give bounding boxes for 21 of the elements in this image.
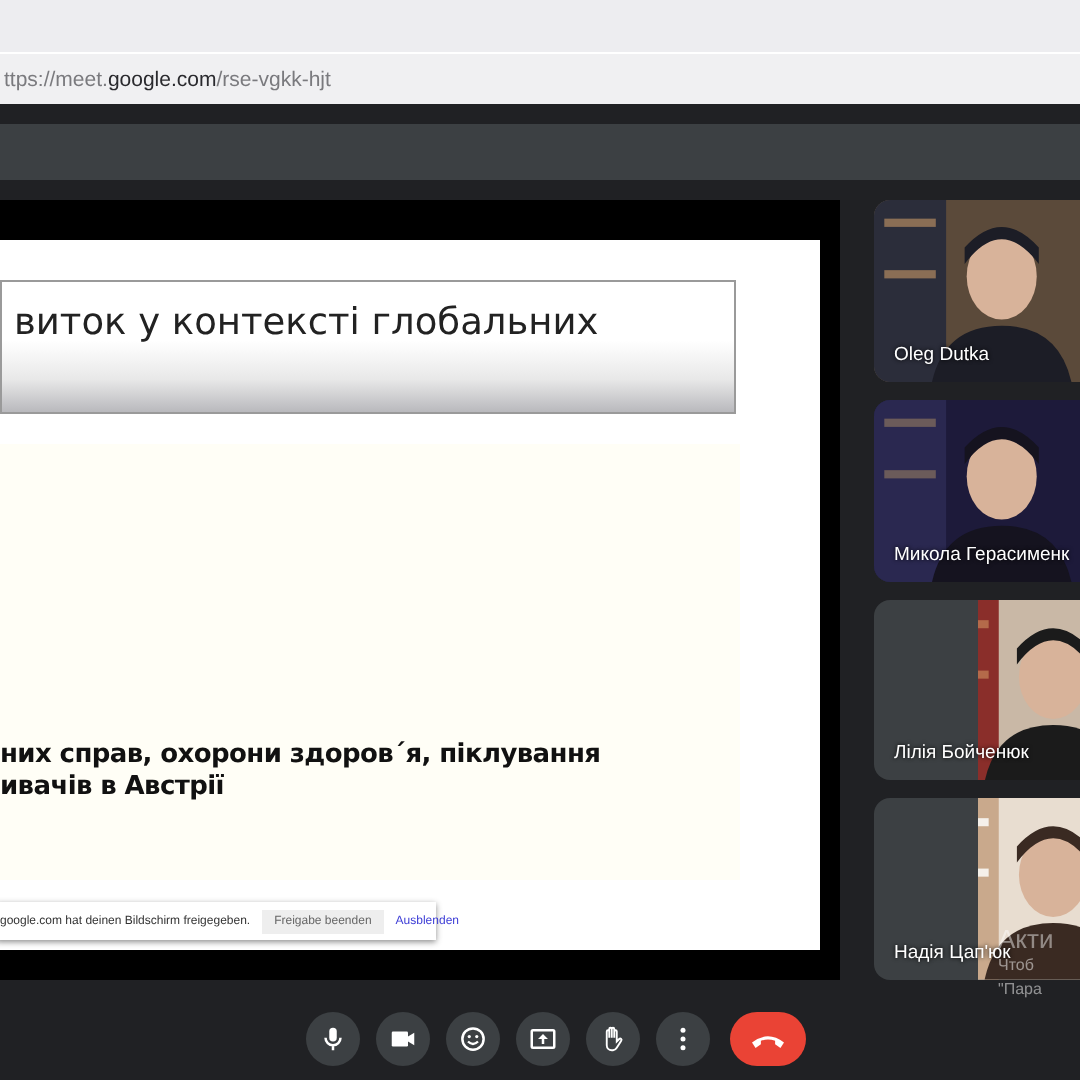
participant-name: Oleg Dutka <box>894 343 990 366</box>
hang-up-icon <box>752 1030 784 1048</box>
smiley-icon <box>458 1024 488 1054</box>
slide-title: виток у контексті глобальних <box>0 280 736 414</box>
activation-text: "Пара <box>998 978 1044 1002</box>
participant-name: Микола Герасименк <box>894 543 1070 565</box>
microphone-icon <box>318 1024 348 1054</box>
camera-button[interactable] <box>376 1012 430 1066</box>
hangup-button[interactable] <box>730 1012 806 1066</box>
emoji-button[interactable] <box>446 1012 500 1066</box>
hand-button[interactable] <box>586 1012 640 1066</box>
participant-name: Лілія Бойченюк <box>894 742 1029 765</box>
slide-text: них справ, охорони здоров´я, піклування <box>0 740 603 772</box>
more-button[interactable] <box>656 1012 710 1066</box>
present-button[interactable] <box>516 1012 570 1066</box>
activation-text: Чтоб <box>998 956 1036 978</box>
mic-button[interactable] <box>306 1012 360 1066</box>
url-text: ttps://meet.google.com/rse-vgkk-hjt <box>4 67 331 91</box>
present-screen-icon <box>528 1024 558 1054</box>
address-bar[interactable]: ttps://meet.google.com/rse-vgkk-hjt <box>0 54 1080 104</box>
slide-text: ивачів в Австрії <box>0 772 226 804</box>
